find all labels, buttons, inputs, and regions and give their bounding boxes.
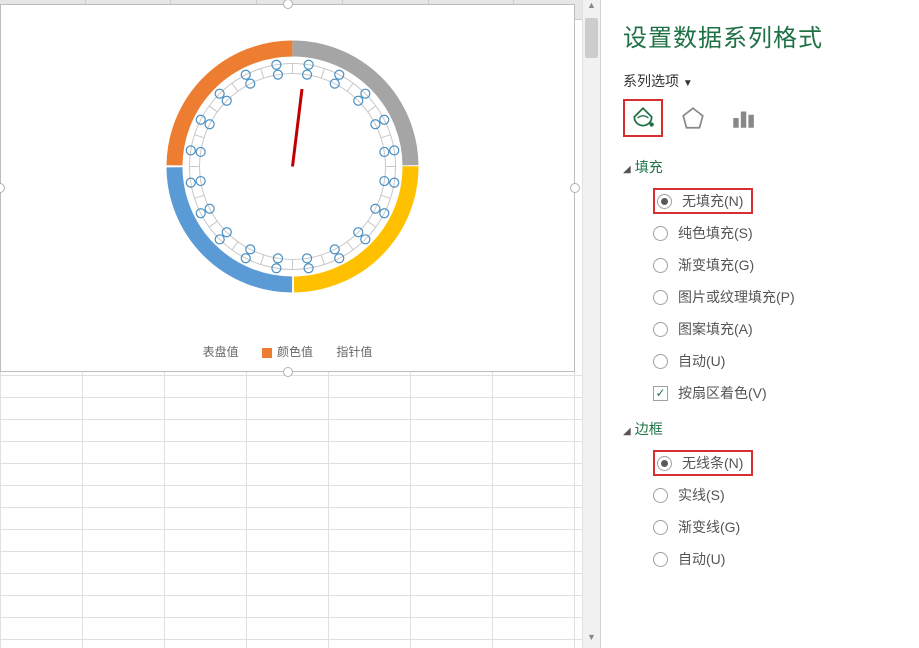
border-option-solid[interactable]: 实线(S) xyxy=(653,479,909,511)
fill-option-pattern[interactable]: 图案填充(A) xyxy=(653,313,909,345)
chart-pointer-needle[interactable] xyxy=(293,89,303,167)
fill-option-picture[interactable]: 图片或纹理填充(P) xyxy=(653,281,909,313)
pane-title: 设置数据系列格式 xyxy=(623,18,909,53)
resize-handle-s[interactable] xyxy=(283,367,293,377)
radio-icon xyxy=(653,290,668,305)
resize-handle-e[interactable] xyxy=(570,183,580,193)
series-options-category-button[interactable] xyxy=(723,99,763,137)
legend-item-color[interactable]: 颜色值 xyxy=(262,343,313,360)
chart-plot-area[interactable] xyxy=(165,39,420,294)
border-option-gradient[interactable]: 渐变线(G) xyxy=(653,511,909,543)
collapse-triangle-icon: ◢ xyxy=(623,164,631,175)
spreadsheet-grid[interactable]: K L M N O P Q /* gridlines rendered belo… xyxy=(0,0,601,648)
category-icon-row xyxy=(623,99,909,137)
legend-item-pointer[interactable]: 指针值 xyxy=(336,343,372,360)
radio-icon xyxy=(657,194,672,209)
fill-option-vary-by-slice[interactable]: ✓ 按扇区着色(V) xyxy=(653,377,909,409)
radio-icon xyxy=(653,354,668,369)
border-group-header[interactable]: ◢边框 xyxy=(623,419,909,439)
embedded-chart[interactable]: 表盘值 颜色值 指针值 xyxy=(0,4,575,372)
effects-category-button[interactable] xyxy=(673,99,713,137)
collapse-triangle-icon: ◢ xyxy=(623,426,631,437)
resize-handle-n[interactable] xyxy=(283,0,293,9)
scroll-down-arrow-icon[interactable]: ▼ xyxy=(583,632,600,648)
legend-item-dial[interactable]: 表盘值 xyxy=(203,343,239,360)
fill-option-auto[interactable]: 自动(U) xyxy=(653,345,909,377)
vertical-scrollbar[interactable]: ▲ ▼ xyxy=(582,0,600,648)
radio-icon xyxy=(653,520,668,535)
fill-group-header[interactable]: ◢填充 xyxy=(623,157,909,177)
scrollbar-thumb[interactable] xyxy=(585,18,598,58)
border-option-no-line[interactable]: 无线条(N) xyxy=(653,447,909,479)
series-options-dropdown[interactable]: 系列选项 ▼ xyxy=(623,71,909,91)
fill-line-category-button[interactable] xyxy=(623,99,663,137)
radio-icon xyxy=(653,258,668,273)
radio-icon xyxy=(653,552,668,567)
fill-option-no-fill[interactable]: 无填充(N) xyxy=(653,185,909,217)
fill-option-gradient[interactable]: 渐变填充(G) xyxy=(653,249,909,281)
radio-icon xyxy=(653,488,668,503)
border-option-auto[interactable]: 自动(U) xyxy=(653,543,909,575)
fill-option-solid[interactable]: 纯色填充(S) xyxy=(653,217,909,249)
radio-icon xyxy=(657,456,672,471)
legend-swatch-icon xyxy=(262,348,272,358)
chevron-down-icon: ▼ xyxy=(683,78,693,89)
scroll-up-arrow-icon[interactable]: ▲ xyxy=(583,0,600,16)
radio-icon xyxy=(653,226,668,241)
format-task-pane: 设置数据系列格式 系列选项 ▼ ◢填充 无填充(N) xyxy=(601,0,919,648)
checkbox-icon: ✓ xyxy=(653,386,668,401)
radio-icon xyxy=(653,322,668,337)
chart-legend[interactable]: 表盘值 颜色值 指针值 xyxy=(0,343,575,360)
